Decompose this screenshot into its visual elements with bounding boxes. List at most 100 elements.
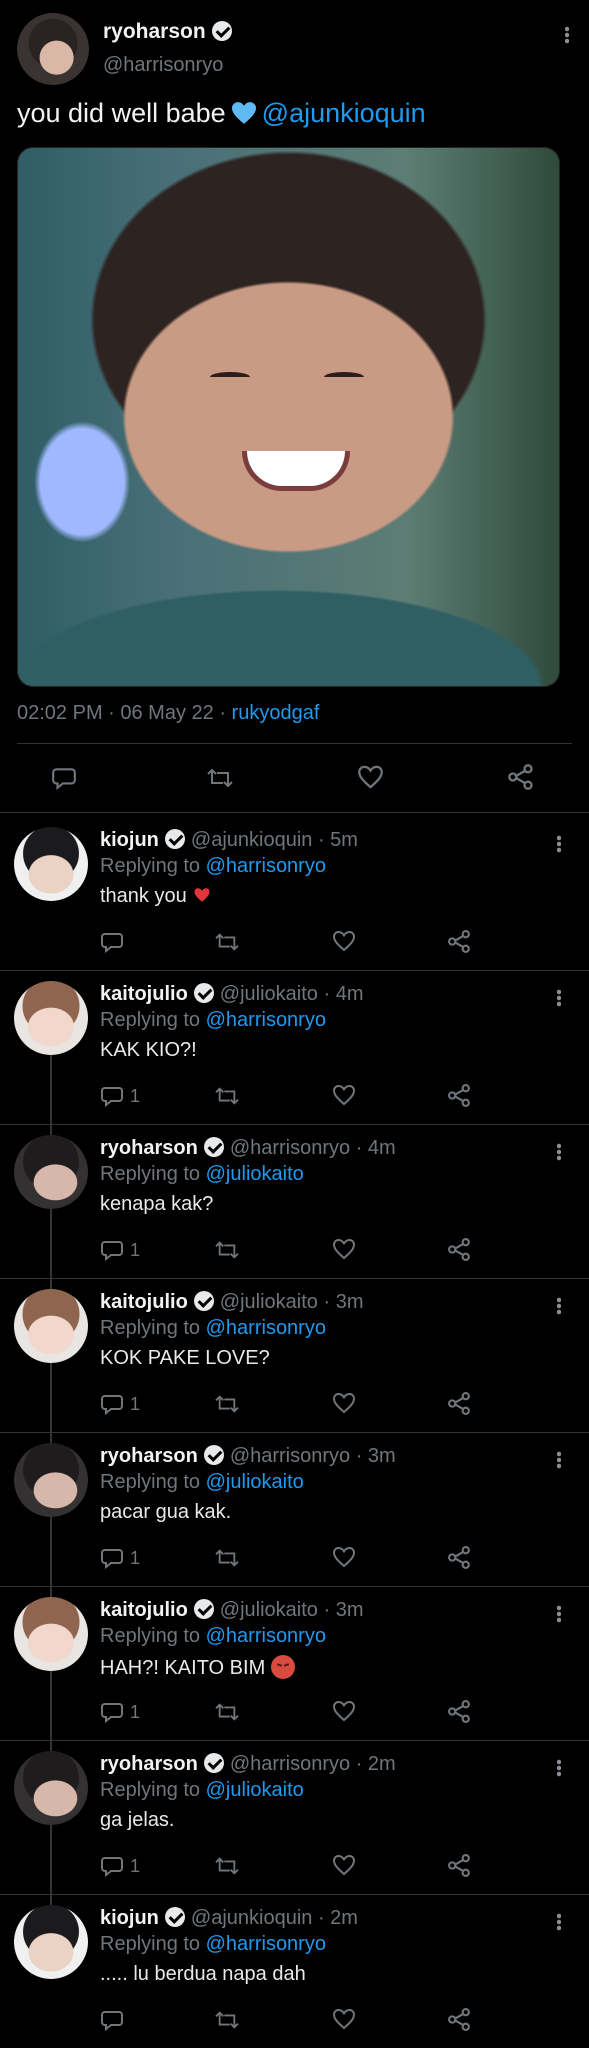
heart-icon[interactable] — [332, 1854, 356, 1876]
avatar[interactable] — [14, 1135, 88, 1209]
reply-author-handle[interactable]: @harrisonryo · 3m — [230, 1445, 396, 1467]
replying-to-mention[interactable]: @harrisonryo — [206, 1625, 326, 1647]
avatar[interactable] — [14, 1443, 88, 1517]
reply-icon[interactable] — [100, 2008, 124, 2032]
more-icon[interactable] — [557, 989, 561, 1007]
heart-icon[interactable] — [332, 1392, 356, 1414]
reply-header: kaitojulio @juliokaito · 3m — [100, 1291, 363, 1314]
replying-to-mention[interactable]: @juliokaito — [206, 1163, 304, 1185]
retweet-icon[interactable] — [214, 1855, 240, 1877]
heart-icon[interactable] — [332, 2008, 356, 2030]
reply-tweet[interactable]: kaitojulio @juliokaito · 3m Replying to @… — [0, 1517, 589, 1741]
reply-icon[interactable] — [100, 1854, 124, 1878]
heart-icon[interactable] — [357, 764, 384, 790]
replying-to-mention[interactable]: @juliokaito — [206, 1779, 304, 1801]
more-icon[interactable] — [557, 1451, 561, 1469]
more-icon[interactable] — [557, 1605, 561, 1623]
share-icon[interactable] — [447, 2007, 472, 2032]
share-icon[interactable] — [447, 1237, 472, 1262]
more-icon[interactable] — [565, 26, 569, 44]
reply-icon[interactable] — [100, 1392, 124, 1416]
reply-text-body: kenapa kak? — [100, 1193, 214, 1215]
avatar[interactable] — [14, 827, 88, 901]
reply-author-handle[interactable]: @harrisonryo · 4m — [230, 1137, 396, 1159]
share-icon[interactable] — [447, 1545, 472, 1570]
reply-tweet[interactable]: ryoharson @harrisonryo · 2m Replying to @… — [0, 1671, 589, 1895]
author-name-text[interactable]: ryoharson — [103, 20, 206, 43]
avatar[interactable] — [14, 1597, 88, 1671]
reply-tweet[interactable]: ryoharson @harrisonryo · 3m Replying to @… — [0, 1363, 589, 1587]
author-handle[interactable]: @harrisonryo — [103, 54, 223, 77]
verified-icon — [193, 1291, 214, 1311]
share-icon[interactable] — [447, 1391, 472, 1416]
reply-tweet[interactable]: kaitojulio @juliokaito · 4m Replying to @… — [0, 971, 589, 1125]
avatar[interactable] — [14, 1289, 88, 1363]
retweet-icon[interactable] — [214, 1085, 240, 1107]
avatar[interactable] — [17, 13, 89, 85]
reply-author-name[interactable]: ryoharson — [100, 1445, 198, 1467]
share-icon[interactable] — [447, 1083, 472, 1108]
retweet-icon[interactable] — [206, 765, 234, 791]
reply-author-handle[interactable]: @juliokaito · 4m — [220, 983, 364, 1005]
reply-icon[interactable] — [100, 1700, 124, 1724]
retweet-icon[interactable] — [214, 1393, 240, 1415]
heart-icon[interactable] — [332, 1084, 356, 1106]
retweet-icon[interactable] — [214, 1239, 240, 1261]
heart-icon[interactable] — [332, 1700, 356, 1722]
replying-to-mention[interactable]: @harrisonryo — [206, 1933, 326, 1955]
reply-tweet[interactable]: ryoharson @harrisonryo · 4m Replying to @… — [0, 1055, 589, 1279]
reply-tweet[interactable]: kaitojulio @juliokaito · 3m Replying to @… — [0, 1209, 589, 1433]
more-icon[interactable] — [557, 1759, 561, 1777]
replying-to-label: Replying to — [100, 1933, 206, 1955]
replying-to-mention[interactable]: @juliokaito — [206, 1471, 304, 1493]
reply-author-name[interactable]: kaitojulio — [100, 1291, 188, 1313]
share-icon[interactable] — [447, 929, 472, 954]
retweet-icon[interactable] — [214, 1547, 240, 1569]
tweet-mention-link[interactable]: @ajunkioquin — [262, 98, 426, 128]
reply-tweet[interactable]: kiojun @ajunkioquin · 5m Replying to @har… — [0, 817, 589, 971]
reply-author-name[interactable]: kaitojulio — [100, 983, 188, 1005]
reply-author-handle[interactable]: @ajunkioquin · 2m — [191, 1907, 358, 1929]
retweet-icon[interactable] — [214, 2009, 240, 2031]
retweet-icon[interactable] — [214, 1701, 240, 1723]
heart-icon[interactable] — [332, 1238, 356, 1260]
reply-text-body: pacar gua kak. — [100, 1501, 232, 1523]
reply-author-name[interactable]: ryoharson — [100, 1753, 198, 1775]
more-icon[interactable] — [557, 835, 561, 853]
more-icon[interactable] — [557, 1143, 561, 1161]
replying-to-mention[interactable]: @harrisonryo — [206, 1317, 326, 1339]
thread-line — [50, 1363, 52, 1443]
author-name[interactable]: ryoharson — [103, 20, 232, 44]
reply-author-name[interactable]: kaitojulio — [100, 1599, 188, 1621]
reply-icon[interactable] — [100, 1546, 124, 1570]
reply-author-handle[interactable]: @juliokaito · 3m — [220, 1599, 364, 1621]
more-icon[interactable] — [557, 1297, 561, 1315]
reply-author-handle[interactable]: @juliokaito · 3m — [220, 1291, 364, 1313]
heart-icon[interactable] — [332, 930, 356, 952]
reply-icon[interactable] — [100, 1084, 124, 1108]
reply-icon[interactable] — [100, 930, 124, 954]
tweet-source-link[interactable]: rukyodgaf — [232, 702, 320, 724]
reply-icon[interactable] — [100, 1238, 124, 1262]
avatar[interactable] — [14, 1905, 88, 1979]
heart-icon[interactable] — [332, 1546, 356, 1568]
reply-tweet[interactable]: kiojun @ajunkioquin · 2m Replying to @har… — [0, 1825, 589, 2048]
reply-actions — [0, 2007, 589, 2037]
replying-to-mention[interactable]: @harrisonryo — [206, 855, 326, 877]
avatar[interactable] — [14, 1751, 88, 1825]
reply-author-name[interactable]: ryoharson — [100, 1137, 198, 1159]
share-icon[interactable] — [507, 763, 535, 791]
share-icon[interactable] — [447, 1699, 472, 1724]
reply-text: KOK PAKE LOVE? — [100, 1347, 270, 1370]
reply-icon[interactable] — [51, 765, 77, 791]
reply-author-handle[interactable]: @ajunkioquin · 5m — [191, 829, 358, 851]
share-icon[interactable] — [447, 1853, 472, 1878]
reply-author-name[interactable]: kiojun — [100, 829, 159, 851]
retweet-icon[interactable] — [214, 931, 240, 953]
replying-to-mention[interactable]: @harrisonryo — [206, 1009, 326, 1031]
avatar[interactable] — [14, 981, 88, 1055]
reply-author-handle[interactable]: @harrisonryo · 2m — [230, 1753, 396, 1775]
more-icon[interactable] — [557, 1913, 561, 1931]
tweet-photo[interactable] — [17, 147, 560, 687]
reply-author-name[interactable]: kiojun — [100, 1907, 159, 1929]
